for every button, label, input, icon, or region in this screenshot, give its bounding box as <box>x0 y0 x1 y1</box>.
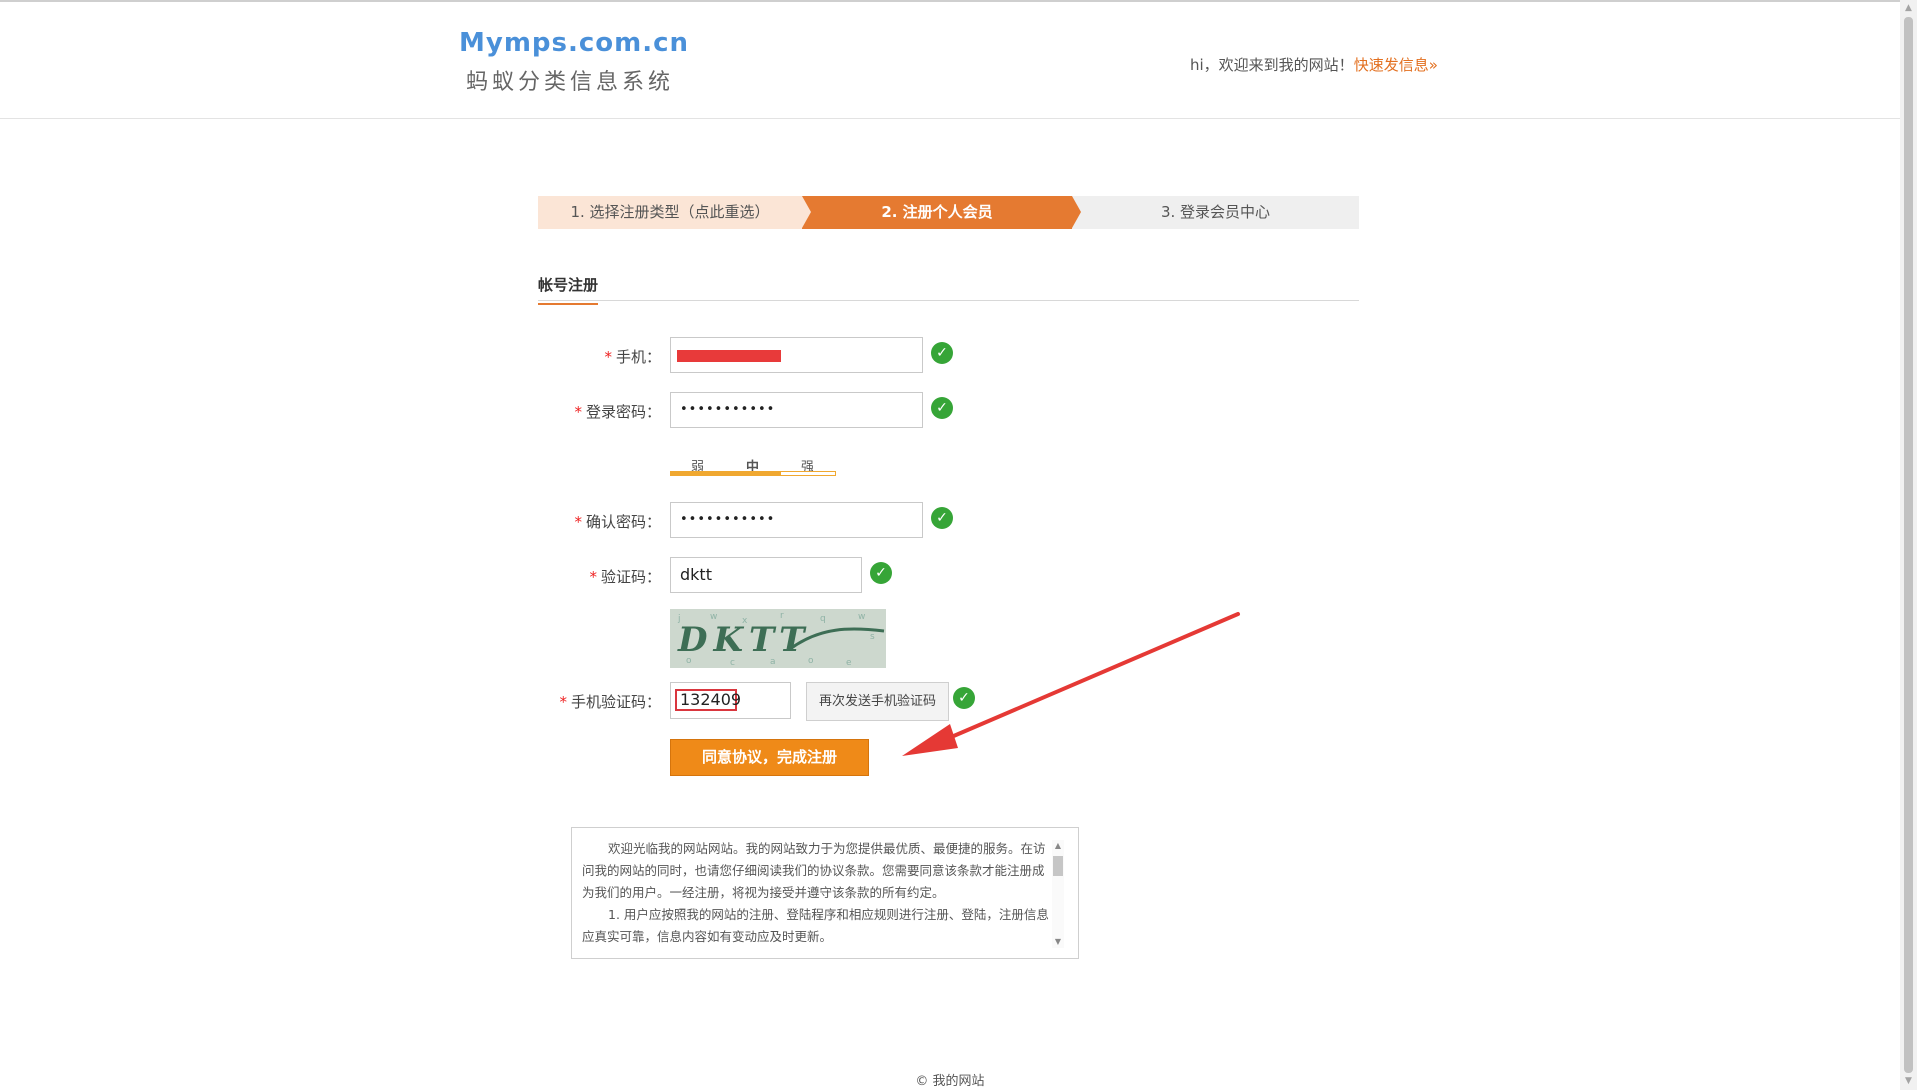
logo-subtitle[interactable]: 蚂蚁分类信息系统 <box>466 64 674 96</box>
quick-post-link[interactable]: 快速发信息» <box>1354 56 1438 74</box>
scroll-up-icon[interactable]: ▲ <box>1900 0 1917 17</box>
required-mark: * <box>559 693 567 711</box>
site-header: Mymps.com.cn 蚂蚁分类信息系统 hi，欢迎来到我的网站！快速发信息» <box>0 2 1900 119</box>
password-input[interactable]: ••••••••••• <box>670 392 923 428</box>
redacted-phone <box>677 350 781 362</box>
required-mark: * <box>604 348 612 366</box>
confirm-password-label: * 确认密码： <box>574 513 661 531</box>
step-arrow-2 <box>1072 196 1081 228</box>
svg-text:e: e <box>846 658 852 668</box>
check-icon: ✓ <box>870 562 892 584</box>
agree-and-register-button[interactable]: 同意协议，完成注册 <box>670 739 869 776</box>
terms-text: 欢迎光临我的网站网站。我的网站致力于为您提供最优质、最便捷的服务。在访问我的网站… <box>582 838 1050 948</box>
welcome-bar: hi，欢迎来到我的网站！快速发信息» <box>1190 54 1438 75</box>
svg-text:w: w <box>858 612 865 622</box>
terms-scrollbar[interactable]: ▲ ▼ <box>1052 840 1064 948</box>
check-icon: ✓ <box>931 507 953 529</box>
step-arrow-1 <box>802 196 811 228</box>
tab-account-register[interactable]: 帐号注册 <box>538 274 599 305</box>
required-mark: * <box>589 568 597 586</box>
terms-paragraph-1: 欢迎光临我的网站网站。我的网站致力于为您提供最优质、最便捷的服务。在访问我的网站… <box>582 841 1046 900</box>
captcha-input[interactable]: dktt <box>670 557 862 593</box>
required-mark: * <box>574 513 582 531</box>
check-icon: ✓ <box>931 342 953 364</box>
check-icon: ✓ <box>953 687 975 709</box>
page-scroll-thumb[interactable] <box>1904 17 1913 1073</box>
required-mark: * <box>574 403 582 421</box>
strength-seg-weak <box>670 471 726 476</box>
step-select-type[interactable]: 1. 选择注册类型（点此重选） <box>538 196 802 229</box>
footer-copyright: © 我的网站 <box>915 1074 985 1089</box>
scroll-down-icon[interactable]: ▼ <box>1052 936 1064 948</box>
registration-steps: 1. 选择注册类型（点此重选） 2. 注册个人会员 3. 登录会员中心 <box>538 196 1359 229</box>
tab-bar: 帐号注册 <box>538 268 1359 305</box>
step-login-center: 3. 登录会员中心 <box>1072 196 1359 229</box>
welcome-text: hi，欢迎来到我的网站！ <box>1190 56 1354 74</box>
captcha-image[interactable]: jwx rqw oca oes DKTT <box>670 609 886 668</box>
page-scrollbar[interactable]: ▲ ▼ <box>1900 0 1917 1090</box>
sms-code-value: 132409 <box>675 689 741 711</box>
scroll-down-icon[interactable]: ▼ <box>1900 1073 1917 1090</box>
password-label: * 登录密码： <box>574 403 661 421</box>
step-register-member: 2. 注册个人会员 <box>802 196 1072 229</box>
terms-scroll-thumb[interactable] <box>1053 856 1063 876</box>
scroll-up-icon[interactable]: ▲ <box>1052 840 1064 852</box>
strength-seg-medium <box>725 471 781 476</box>
strength-seg-strong <box>780 471 836 476</box>
svg-text:s: s <box>870 632 875 642</box>
password-strength-meter: 弱 中 强 <box>670 456 836 478</box>
phone-input[interactable] <box>670 337 923 373</box>
resend-sms-button[interactable]: 再次发送手机验证码 <box>806 682 949 721</box>
terms-paragraph-2: 1. 用户应按照我的网站的注册、登陆程序和相应规则进行注册、登陆，注册信息应真实… <box>582 907 1049 944</box>
sms-code-label: * 手机验证码： <box>559 693 661 711</box>
logo-text[interactable]: Mymps.com.cn <box>459 28 689 58</box>
confirm-password-input[interactable]: ••••••••••• <box>670 502 923 538</box>
terms-box[interactable]: 欢迎光临我的网站网站。我的网站致力于为您提供最优质、最便捷的服务。在访问我的网站… <box>571 827 1079 959</box>
captcha-label: * 验证码： <box>589 568 661 586</box>
sms-code-input[interactable]: 132409 <box>670 682 791 719</box>
check-icon: ✓ <box>931 397 953 419</box>
svg-text:q: q <box>820 614 826 624</box>
phone-label: * 手机： <box>604 348 661 366</box>
captcha-text: DKTT <box>677 620 810 660</box>
